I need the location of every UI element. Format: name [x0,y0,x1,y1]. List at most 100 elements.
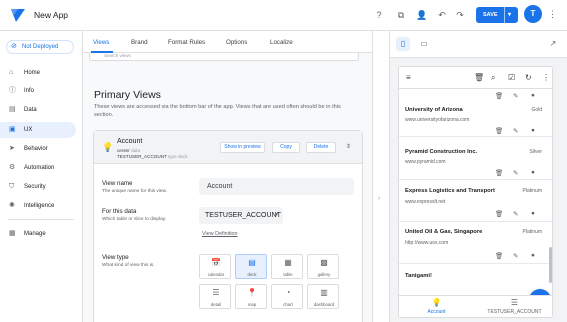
tab-brand[interactable]: Brand [131,39,148,46]
view-card-header[interactable]: 💡 Account center data TESTUSER_ACCOUNT t… [94,131,362,164]
top-app-bar: New App ? ⧉ 👤 ↶ ↷ SAVE ▾ T ⋮ [0,0,567,31]
edit-icon[interactable]: ✎ [513,252,518,260]
bulb-icon: 💡 [431,298,442,307]
view-type-calendar[interactable]: 📅 calendar [199,254,231,279]
sidebar-item-data[interactable]: ▤ Data [0,102,76,118]
section-description: These views are accessed via the bottom … [94,104,341,118]
list-item[interactable]: United Oil & Gas, Singapore Platinum htt… [399,222,552,264]
view-name-label: View name [102,180,133,187]
list-item[interactable]: Tanigami! [399,264,552,295]
sidebar-item-security[interactable]: ⛉ Security [0,179,76,195]
deck-icon: ▤ [248,258,256,267]
collapse-expand-icon[interactable]: ⇕ [346,143,351,150]
search-icon[interactable]: ⌕ [491,73,495,83]
view-type-map[interactable]: 📍 map [235,284,267,309]
share-icon[interactable]: 👤 [416,9,428,21]
for-this-data-select[interactable]: TESTUSER_ACCOUNT ▼ [199,207,283,224]
tab-views[interactable]: Views [93,39,109,46]
list-item[interactable]: Pyramid Construction Inc. Silver www.pyr… [399,137,552,180]
sidebar-item-label: Intelligence [24,203,55,209]
edit-icon[interactable]: ✎ [513,169,518,177]
delete-icon[interactable]: 🗑 [495,210,503,218]
edit-icon[interactable]: ✎ [513,127,518,135]
help-icon[interactable]: ? [373,9,385,21]
chevron-down-icon[interactable]: ▾ [508,11,511,18]
avatar[interactable]: T [524,5,542,23]
deploy-status-badge[interactable]: ⊘ Not Deployed [6,40,74,54]
app-title: New App [34,10,69,20]
sidebar-item-info[interactable]: ⓘ Info [0,83,76,99]
view-type-table[interactable]: ▦ table [271,254,303,279]
delete-button[interactable]: Delete [306,142,336,153]
more-vert-icon[interactable]: ⋮ [548,9,557,20]
view-data-value: TESTUSER_ACCOUNT [117,154,167,159]
appsheet-logo-icon[interactable] [10,7,26,23]
view-name-heading: Account [117,138,143,145]
view-name-field[interactable]: Account [199,178,354,195]
mobile-device-icon[interactable]: ▯ [396,37,410,51]
refresh-icon[interactable]: ↻ [525,73,532,82]
map-icon: 📍 [247,288,257,297]
sidebar-item-home[interactable]: ⌂ Home [0,65,76,81]
not-deployed-icon: ⊘ [11,43,17,50]
sidebar-item-manage[interactable]: ▦ Manage [0,226,76,242]
menu-icon[interactable]: ≡ [406,73,411,82]
view-card-account: 💡 Account center data TESTUSER_ACCOUNT t… [93,130,363,322]
location-icon[interactable]: ● [531,169,535,176]
view-type-chart[interactable]: ◔ chart [271,284,303,309]
list-item[interactable]: University of Arizona Gold www.universit… [399,101,552,137]
sidebar-item-automation[interactable]: ⚙ Automation [0,160,76,176]
sidebar-item-intelligence[interactable]: ✺ Intelligence [0,198,76,214]
location-icon[interactable]: ● [531,210,535,217]
panel-collapse-gutter[interactable]: › [372,31,390,322]
view-type-dashboard[interactable]: ▥ dashboard [307,284,339,309]
tablet-device-icon[interactable]: ▭ [417,37,431,51]
location-icon[interactable]: ● [531,252,535,259]
preview-scrollbar[interactable] [549,247,552,283]
show-in-preview-button[interactable]: Show in preview [220,142,265,153]
view-definition-link[interactable]: View Definition [202,231,238,237]
view-type-detail[interactable]: ☰ detail [199,284,231,309]
tab-options[interactable]: Options [226,39,247,46]
view-name-help: The unique name for this view. [102,189,168,194]
list-item[interactable]: Express Logistics and Transport Platinum… [399,180,552,222]
account-website: www.pyramid.com [405,159,446,165]
delete-icon[interactable]: 🗑 [495,252,503,260]
search-views-placeholder: Search views [104,53,131,58]
ux-icon: ▣ [9,126,16,133]
select-icon[interactable]: ☑ [508,73,515,82]
more-vert-icon[interactable]: ⋮ [542,73,550,82]
save-button[interactable]: SAVE ▾ [476,7,518,23]
sidebar-item-label: Home [24,70,41,76]
sidebar-item-label: Behavior [24,146,48,152]
undo-icon[interactable]: ↶ [436,9,448,21]
tab-format-rules[interactable]: Format Rules [168,39,205,46]
nav-item-label: TESTUSER_ACCOUNT [487,309,542,315]
tab-localize[interactable]: Localize [270,39,293,46]
open-in-new-icon[interactable]: ↗ [546,37,560,51]
delete-icon[interactable]: 🗑 [495,127,503,135]
sidebar-item-ux[interactable]: ▣ UX [0,122,76,138]
sidebar-item-behavior[interactable]: ➤ Behavior [0,141,76,157]
edit-icon[interactable]: ✎ [513,92,518,100]
delete-icon[interactable]: 🗑 [495,92,503,100]
chevron-right-icon[interactable]: › [378,195,380,202]
search-views-input[interactable]: Search views [89,53,359,61]
manage-icon: ▦ [9,230,16,237]
redo-icon[interactable]: ↷ [454,9,466,21]
view-type-gallery[interactable]: ▩ gallery [307,254,339,279]
location-icon[interactable]: ● [531,92,535,99]
nav-item-account[interactable]: 💡 Account [399,298,474,315]
copy-app-icon[interactable]: ⧉ [395,9,407,21]
edit-icon[interactable]: ✎ [513,210,518,218]
nav-item-label: Account [427,309,446,315]
preview-bottom-nav: 💡 Account ☰ TESTUSER_ACCOUNT [399,295,552,317]
delete-icon[interactable]: 🗑 [495,169,503,177]
copy-button[interactable]: Copy [272,142,300,153]
phone-preview: ≡ 🗑 ⌕ ☑ ↻ ⋮ 🗑 ✎ ● University of Arizona … [398,66,553,318]
view-position: center [117,148,130,153]
location-icon[interactable]: ● [531,127,535,134]
delete-icon[interactable]: 🗑 [474,73,484,82]
nav-item-testuser-account[interactable]: ☰ TESTUSER_ACCOUNT [477,298,552,315]
view-type-deck[interactable]: ▤ deck [235,254,267,279]
